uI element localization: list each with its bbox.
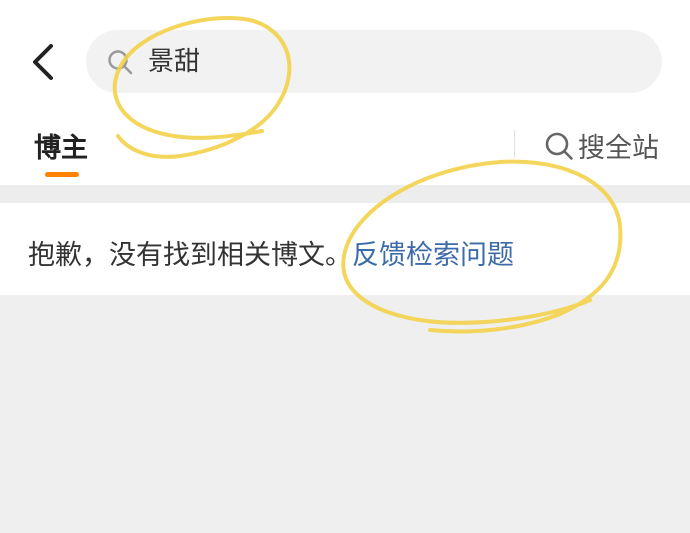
- tab-bloggers[interactable]: 博主: [34, 126, 88, 165]
- search-icon: [545, 132, 573, 160]
- empty-content-area: [0, 295, 690, 533]
- empty-result-row: 抱歉，没有找到相关博文。反馈检索问题: [0, 203, 690, 295]
- search-icon: [108, 49, 133, 74]
- chevron-left-icon: [33, 44, 53, 80]
- search-input[interactable]: 景甜: [86, 30, 662, 93]
- no-result-text: 抱歉，没有找到相关博文。: [28, 240, 352, 271]
- search-whole-site-label: 搜全站: [578, 133, 659, 164]
- top-area: 景甜 博主 搜全站: [0, 0, 690, 185]
- search-whole-site-button[interactable]: 搜全站: [544, 126, 659, 165]
- search-query: 景甜: [148, 46, 201, 77]
- back-button[interactable]: [24, 40, 64, 84]
- search-results-page: 景甜 博主 搜全站 抱歉，没有找到相关博文。反馈检索问题: [0, 0, 690, 533]
- empty-result-message: 抱歉，没有找到相关博文。反馈检索问题: [28, 233, 514, 272]
- tab-divider: [514, 130, 515, 158]
- section-gap: [0, 185, 690, 203]
- active-tab-indicator: [45, 172, 79, 177]
- feedback-search-issue-link[interactable]: 反馈检索问题: [352, 240, 514, 271]
